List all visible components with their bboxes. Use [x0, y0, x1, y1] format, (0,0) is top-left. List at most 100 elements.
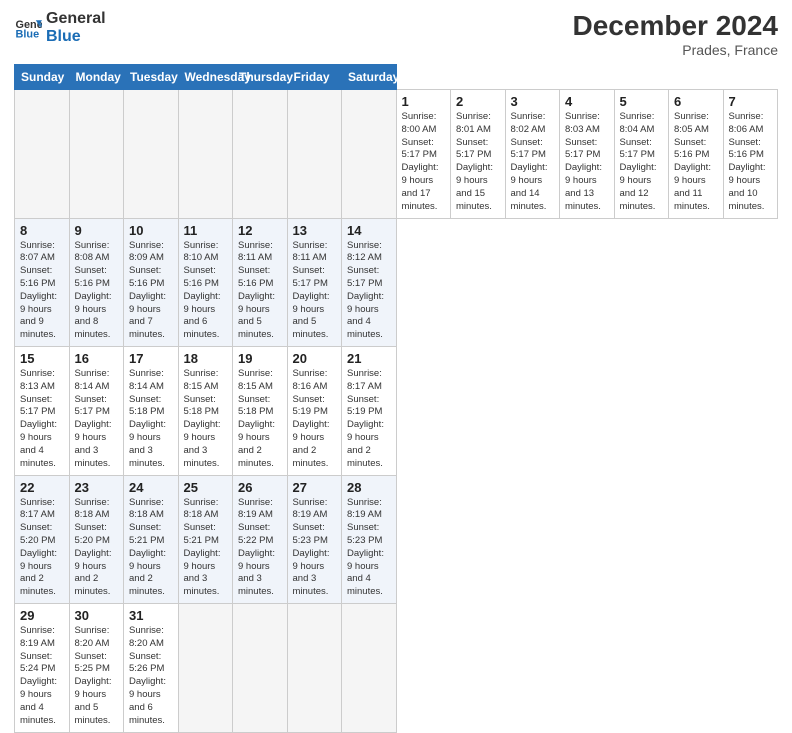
day-cell: 1Sunrise: 8:00 AMSunset: 5:17 PMDaylight… [396, 90, 451, 219]
empty-cell [178, 604, 233, 733]
day-info: Sunrise: 8:18 AMSunset: 5:20 PMDaylight:… [75, 497, 119, 600]
day-header-saturday: Saturday [342, 65, 397, 90]
day-cell: 29 Sunrise: 8:19 AMSunset: 5:24 PMDayligh… [15, 604, 70, 733]
empty-cell [342, 604, 397, 733]
day-number: 7 [729, 94, 773, 109]
day-cell: 10 Sunrise: 8:09 AMSunset: 5:16 PMDayligh… [124, 218, 179, 347]
day-cell: 13 Sunrise: 8:11 AMSunset: 5:17 PMDayligh… [287, 218, 342, 347]
day-number: 11 [184, 223, 228, 238]
day-number: 14 [347, 223, 391, 238]
empty-cell [15, 90, 70, 219]
day-cell: 26 Sunrise: 8:19 AMSunset: 5:22 PMDayligh… [233, 475, 288, 604]
day-cell: 31Sunrise: 8:20 AMSunset: 5:26 PMDayligh… [124, 604, 179, 733]
day-number: 29 [20, 608, 64, 623]
empty-cell [287, 90, 342, 219]
day-cell: 22 Sunrise: 8:17 AMSunset: 5:20 PMDayligh… [15, 475, 70, 604]
empty-cell [233, 604, 288, 733]
logo-blue: Blue [46, 28, 106, 46]
day-info: Sunrise: 8:06 AMSunset: 5:16 PMDaylight:… [729, 111, 773, 214]
day-cell: 27Sunrise: 8:19 AMSunset: 5:23 PMDayligh… [287, 475, 342, 604]
day-cell: 7 Sunrise: 8:06 AMSunset: 5:16 PMDaylight… [723, 90, 778, 219]
day-cell: 25 Sunrise: 8:18 AMSunset: 5:21 PMDayligh… [178, 475, 233, 604]
day-cell: 24 Sunrise: 8:18 AMSunset: 5:21 PMDayligh… [124, 475, 179, 604]
day-cell: 28Sunrise: 8:19 AMSunset: 5:23 PMDayligh… [342, 475, 397, 604]
day-info: Sunrise: 8:18 AMSunset: 5:21 PMDaylight:… [129, 497, 173, 600]
day-cell: 2Sunrise: 8:01 AMSunset: 5:17 PMDaylight… [451, 90, 506, 219]
title-block: December 2024 Prades, France [573, 10, 778, 58]
empty-cell [287, 604, 342, 733]
day-info: Sunrise: 8:04 AMSunset: 5:17 PMDaylight:… [620, 111, 664, 214]
day-number: 22 [20, 480, 64, 495]
day-cell: 20 Sunrise: 8:16 AMSunset: 5:19 PMDayligh… [287, 347, 342, 476]
calendar-week-row: 15 Sunrise: 8:13 AMSunset: 5:17 PMDayligh… [15, 347, 778, 476]
day-cell: 14 Sunrise: 8:12 AMSunset: 5:17 PMDayligh… [342, 218, 397, 347]
empty-cell [69, 90, 124, 219]
empty-cell [342, 90, 397, 219]
day-info: Sunrise: 8:13 AMSunset: 5:17 PMDaylight:… [20, 368, 64, 471]
day-number: 4 [565, 94, 609, 109]
day-header-tuesday: Tuesday [124, 65, 179, 90]
day-info: Sunrise: 8:11 AMSunset: 5:17 PMDaylight:… [293, 240, 337, 343]
day-cell: 15 Sunrise: 8:13 AMSunset: 5:17 PMDayligh… [15, 347, 70, 476]
day-cell: 19 Sunrise: 8:15 AMSunset: 5:18 PMDayligh… [233, 347, 288, 476]
day-number: 13 [293, 223, 337, 238]
day-info: Sunrise: 8:17 AMSunset: 5:20 PMDaylight:… [20, 497, 64, 600]
day-info: Sunrise: 8:14 AMSunset: 5:18 PMDaylight:… [129, 368, 173, 471]
day-info: Sunrise: 8:05 AMSunset: 5:16 PMDaylight:… [674, 111, 718, 214]
day-number: 18 [184, 351, 228, 366]
calendar-week-row: 22 Sunrise: 8:17 AMSunset: 5:20 PMDayligh… [15, 475, 778, 604]
day-info: Sunrise: 8:12 AMSunset: 5:17 PMDaylight:… [347, 240, 391, 343]
day-cell: 11 Sunrise: 8:10 AMSunset: 5:16 PMDayligh… [178, 218, 233, 347]
day-info: Sunrise: 8:11 AMSunset: 5:16 PMDaylight:… [238, 240, 282, 343]
day-info: Sunrise: 8:17 AMSunset: 5:19 PMDaylight:… [347, 368, 391, 471]
day-cell: 8Sunrise: 8:07 AMSunset: 5:16 PMDaylight… [15, 218, 70, 347]
day-header-friday: Friday [287, 65, 342, 90]
logo: General Blue General Blue [14, 10, 106, 45]
calendar-week-row: 29 Sunrise: 8:19 AMSunset: 5:24 PMDayligh… [15, 604, 778, 733]
calendar-week-row: 1Sunrise: 8:00 AMSunset: 5:17 PMDaylight… [15, 90, 778, 219]
day-cell: 6Sunrise: 8:05 AMSunset: 5:16 PMDaylight… [669, 90, 724, 219]
day-cell: 3Sunrise: 8:02 AMSunset: 5:17 PMDaylight… [505, 90, 560, 219]
day-number: 10 [129, 223, 173, 238]
logo-general: General [46, 10, 106, 28]
empty-cell [124, 90, 179, 219]
day-number: 26 [238, 480, 282, 495]
day-info: Sunrise: 8:19 AMSunset: 5:22 PMDaylight:… [238, 497, 282, 600]
day-number: 16 [75, 351, 119, 366]
day-cell: 12Sunrise: 8:11 AMSunset: 5:16 PMDayligh… [233, 218, 288, 347]
month-year: December 2024 [573, 10, 778, 42]
day-number: 15 [20, 351, 64, 366]
day-info: Sunrise: 8:09 AMSunset: 5:16 PMDaylight:… [129, 240, 173, 343]
day-header-monday: Monday [69, 65, 124, 90]
svg-text:Blue: Blue [16, 28, 40, 40]
day-cell: 5 Sunrise: 8:04 AMSunset: 5:17 PMDaylight… [614, 90, 669, 219]
day-number: 5 [620, 94, 664, 109]
day-number: 25 [184, 480, 228, 495]
day-number: 20 [293, 351, 337, 366]
day-info: Sunrise: 8:10 AMSunset: 5:16 PMDaylight:… [184, 240, 228, 343]
day-info: Sunrise: 8:14 AMSunset: 5:17 PMDaylight:… [75, 368, 119, 471]
day-number: 27 [293, 480, 337, 495]
day-info: Sunrise: 8:18 AMSunset: 5:21 PMDaylight:… [184, 497, 228, 600]
day-number: 28 [347, 480, 391, 495]
page: General Blue General Blue December 2024 … [0, 0, 792, 612]
day-cell: 9Sunrise: 8:08 AMSunset: 5:16 PMDaylight… [69, 218, 124, 347]
day-info: Sunrise: 8:19 AMSunset: 5:24 PMDaylight:… [20, 625, 64, 728]
calendar-body: 1Sunrise: 8:00 AMSunset: 5:17 PMDaylight… [15, 90, 778, 733]
location: Prades, France [573, 42, 778, 58]
day-number: 21 [347, 351, 391, 366]
day-cell: 18Sunrise: 8:15 AMSunset: 5:18 PMDayligh… [178, 347, 233, 476]
day-info: Sunrise: 8:15 AMSunset: 5:18 PMDaylight:… [238, 368, 282, 471]
day-number: 24 [129, 480, 173, 495]
day-number: 2 [456, 94, 500, 109]
header: General Blue General Blue December 2024 … [14, 10, 778, 58]
day-cell: 30Sunrise: 8:20 AMSunset: 5:25 PMDayligh… [69, 604, 124, 733]
day-number: 1 [402, 94, 446, 109]
day-info: Sunrise: 8:16 AMSunset: 5:19 PMDaylight:… [293, 368, 337, 471]
day-number: 23 [75, 480, 119, 495]
day-info: Sunrise: 8:03 AMSunset: 5:17 PMDaylight:… [565, 111, 609, 214]
empty-cell [233, 90, 288, 219]
day-info: Sunrise: 8:08 AMSunset: 5:16 PMDaylight:… [75, 240, 119, 343]
day-number: 17 [129, 351, 173, 366]
day-number: 19 [238, 351, 282, 366]
